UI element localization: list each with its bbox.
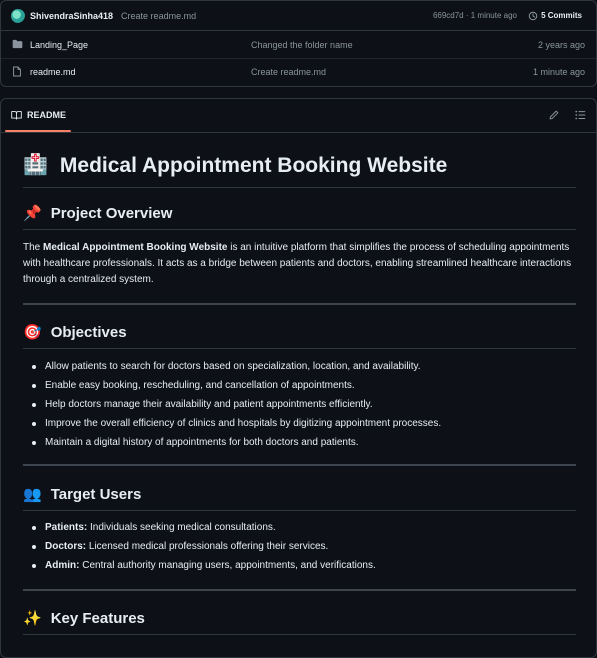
heading-objectives: 🎯 Objectives	[23, 323, 576, 349]
latest-commit-bar: ShivendraSinha418 Create readme.md 669cd…	[0, 0, 597, 31]
readme-title-text: Medical Appointment Booking Website	[59, 154, 448, 177]
objectives-list: Allow patients to search for doctors bas…	[23, 357, 576, 452]
commit-message[interactable]: Create readme.md	[121, 11, 196, 21]
hospital-icon: 🏥	[23, 154, 48, 176]
sparkles-icon: ✨	[23, 610, 42, 627]
outline-list-icon[interactable]	[575, 110, 586, 120]
overview-intro: The	[23, 242, 44, 253]
divider	[23, 589, 576, 591]
pencil-icon[interactable]	[549, 110, 559, 120]
list-item: Doctors: Licensed medical professionals …	[32, 537, 576, 556]
file-row[interactable]: Landing_Page Changed the folder name 2 y…	[1, 31, 596, 59]
commit-author[interactable]: ShivendraSinha418	[30, 11, 113, 21]
divider	[23, 303, 576, 305]
avatar[interactable]	[11, 8, 25, 23]
list-item: Patients: Individuals seeking medical co…	[32, 518, 576, 537]
file-name[interactable]: readme.md	[30, 67, 76, 77]
history-icon	[528, 11, 538, 20]
file-updated-time: 2 years ago	[537, 39, 585, 50]
commits-count: 5 Commits	[541, 11, 582, 20]
file-row[interactable]: readme.md Create readme.md 1 minute ago	[1, 58, 596, 85]
target-users-list: Patients: Individuals seeking medical co…	[23, 518, 576, 575]
file-list: Landing_Page Changed the folder name 2 y…	[0, 31, 597, 87]
heading-target-users: 👥 Target Users	[23, 485, 576, 511]
user-type-label: Doctors:	[45, 541, 87, 552]
list-item: Improve the overall efficiency of clinic…	[32, 414, 576, 433]
list-item: Admin: Central authority managing users,…	[32, 556, 576, 575]
overview-bold: Medical Appointment Booking Website	[43, 242, 228, 253]
user-type-desc: Licensed medical professionals offering …	[86, 541, 329, 552]
file-updated-time: 1 minute ago	[532, 66, 585, 77]
heading-project-overview: 📌 Project Overview	[23, 204, 576, 230]
overview-paragraph: The Medical Appointment Booking Website …	[23, 240, 576, 288]
list-item: Enable easy booking, rescheduling, and c…	[32, 376, 576, 395]
active-tab-indicator	[5, 130, 71, 132]
heading-text: Project Overview	[50, 205, 173, 222]
heading-text: Objectives	[50, 324, 127, 341]
heading-text: Target Users	[50, 486, 142, 503]
readme-tab-label: README	[27, 110, 67, 120]
list-item: Help doctors manage their availability a…	[32, 395, 576, 414]
file-commit-message[interactable]: Create readme.md	[251, 67, 326, 77]
user-type-label: Patients:	[45, 522, 88, 533]
user-type-desc: Central authority managing users, appoin…	[79, 560, 376, 571]
pushpin-icon: 📌	[23, 205, 42, 222]
commits-history-button[interactable]: 5 Commits	[528, 11, 582, 21]
user-type-desc: Individuals seeking medical consultation…	[87, 522, 276, 533]
divider	[23, 464, 576, 466]
list-item: Maintain a digital history of appointmen…	[32, 433, 576, 452]
file-name[interactable]: Landing_Page	[30, 40, 88, 50]
file-icon	[13, 66, 21, 77]
target-icon: 🎯	[23, 324, 42, 341]
list-item: Allow patients to search for doctors bas…	[32, 357, 576, 376]
folder-icon	[12, 39, 23, 49]
heading-key-features: ✨ Key Features	[23, 609, 576, 635]
readme-title: 🏥 Medical Appointment Booking Website	[23, 151, 576, 188]
users-icon: 👥	[23, 486, 42, 503]
heading-text: Key Features	[50, 610, 145, 627]
book-icon	[11, 111, 22, 120]
readme-tab[interactable]: README	[11, 110, 66, 120]
file-commit-message[interactable]: Changed the folder name	[251, 40, 353, 50]
readme-header: README	[1, 99, 596, 133]
readme-panel: README 🏥 Medical Appointment Booking Web…	[0, 98, 597, 658]
user-type-label: Admin:	[45, 560, 80, 571]
commit-hash-time[interactable]: 669cd7d · 1 minute ago	[433, 11, 517, 20]
